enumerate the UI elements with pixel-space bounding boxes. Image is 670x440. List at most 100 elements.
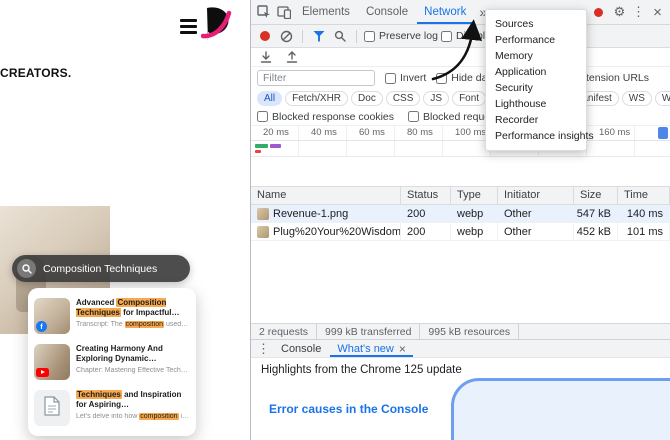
record-network-log-button[interactable]	[260, 31, 270, 41]
image-file-icon	[257, 225, 269, 238]
screenshot-root: CREATORS. Composition Techniques f Advan…	[0, 0, 670, 440]
network-filter-input[interactable]	[257, 70, 375, 86]
drawer-kebab-menu-icon[interactable]: ⋮	[255, 341, 272, 357]
column-header-initiator[interactable]: Initiator	[498, 187, 574, 204]
preserve-log-checkbox-input[interactable]	[364, 30, 375, 42]
preserve-log-checkbox[interactable]: Preserve log	[364, 30, 438, 42]
network-filter-row: Invert Hide data URLs Hide extension URL…	[251, 67, 670, 89]
menu-item-sources[interactable]: Sources	[486, 16, 586, 32]
filter-funnel-icon[interactable]	[310, 28, 328, 44]
transferred-size: 999 kB transferred	[317, 324, 421, 339]
column-header-time[interactable]: Time	[618, 187, 670, 204]
timeline-ruler[interactable]: 20 ms 40 ms 60 ms 80 ms 100 ms 120 ms 14…	[251, 126, 670, 141]
whats-new-panel: Highlights from the Chrome 125 update Er…	[251, 358, 670, 440]
column-header-status[interactable]: Status	[401, 187, 451, 204]
requests-count: 2 requests	[251, 324, 318, 339]
timeline-tick: 160 ms	[599, 127, 631, 138]
timeline-overview[interactable]	[251, 141, 670, 157]
chip-ws[interactable]: WS	[621, 91, 652, 106]
menu-item-performance-insights[interactable]: Performance insights	[486, 128, 594, 144]
disable-cache-checkbox-input[interactable]	[440, 30, 452, 42]
invert-checkbox-input[interactable]	[385, 72, 396, 84]
network-search-icon[interactable]	[331, 28, 349, 44]
drawer-tab-console[interactable]: Console	[274, 340, 328, 357]
whats-new-illustration	[451, 378, 670, 440]
close-whats-new-icon[interactable]: ×	[399, 342, 406, 356]
highlight-match: composition	[124, 320, 164, 328]
clear-network-log-icon[interactable]	[277, 28, 295, 44]
error-indicator[interactable]	[594, 7, 603, 17]
table-row[interactable]: Revenue-1.png 200 webp Other 547 kB 140 …	[251, 205, 670, 223]
blocked-response-cookies-checkbox[interactable]: Blocked response cookies	[257, 111, 394, 123]
subtitle-text: used in our example...	[165, 320, 190, 328]
result-thumbnail	[34, 390, 70, 426]
timeline-zoom-handle[interactable]	[658, 127, 668, 139]
chip-fetch-xhr[interactable]: Fetch/XHR	[285, 91, 349, 106]
import-har-icon[interactable]	[257, 49, 275, 65]
request-type-chips: All Fetch/XHR Doc CSS JS Font Img Media …	[251, 89, 670, 108]
youtube-icon	[36, 367, 49, 377]
column-header-type[interactable]: Type	[451, 187, 498, 204]
request-initiator: Other	[498, 223, 574, 241]
hide-data-urls-checkbox-input[interactable]	[436, 72, 448, 84]
devtools-kebab-menu-icon[interactable]: ⋮	[630, 4, 647, 20]
menu-item-lighthouse[interactable]: Lighthouse	[486, 96, 586, 112]
chip-wasm[interactable]: Wasm	[654, 91, 670, 106]
network-summary-bar: 2 requests 999 kB transferred 995 kB res…	[251, 323, 670, 339]
requests-table-header: Name Status Type Initiator Size Time	[251, 186, 670, 205]
chip-js[interactable]: JS	[423, 91, 450, 106]
request-name-cell: Plug%20Your%20Wisdom-2...	[251, 223, 401, 241]
request-size: 452 kB	[574, 223, 618, 241]
drawer-tab-whats-new[interactable]: What's new ×	[330, 340, 413, 357]
result-subtitle: Transcript: The composition used in our …	[76, 320, 190, 328]
search-query: Composition Techniques	[43, 262, 158, 275]
title-text: Creating Harmony And Exploring Dynamic	[76, 344, 163, 364]
request-time: 140 ms	[618, 205, 670, 223]
overview-bar-purple	[270, 144, 281, 148]
search-result-item[interactable]: Techniques and Inspiration for Aspiring …	[28, 385, 196, 431]
menu-item-performance[interactable]: Performance	[486, 32, 586, 48]
menu-item-memory[interactable]: Memory	[486, 48, 586, 64]
table-empty-area	[251, 241, 670, 323]
menu-item-security[interactable]: Security	[486, 80, 586, 96]
resources-size: 995 kB resources	[420, 324, 520, 339]
column-header-name[interactable]: Name	[251, 187, 401, 204]
table-row[interactable]: Plug%20Your%20Wisdom-2... 200 webp Other…	[251, 223, 670, 241]
settings-gear-icon[interactable]: ⚙	[611, 4, 628, 20]
blocked-requests-input[interactable]	[408, 111, 419, 122]
image-file-icon	[257, 207, 269, 220]
request-type: webp	[451, 223, 498, 241]
preserve-log-label: Preserve log	[379, 30, 438, 42]
menu-item-application[interactable]: Application	[486, 64, 586, 80]
export-har-icon[interactable]	[283, 49, 301, 65]
browser-page: CREATORS. Composition Techniques f Advan…	[0, 0, 250, 440]
column-header-size[interactable]: Size	[574, 187, 618, 204]
hamburger-menu-icon[interactable]	[180, 19, 197, 34]
blocked-response-cookies-input[interactable]	[257, 111, 268, 122]
chip-css[interactable]: CSS	[385, 91, 421, 106]
search-result-item[interactable]: Creating Harmony And Exploring Dynamic C…	[28, 339, 196, 385]
tab-console[interactable]: Console	[359, 0, 415, 24]
result-thumbnail: f	[34, 298, 70, 334]
device-toolbar-icon[interactable]	[275, 4, 293, 20]
chip-font[interactable]: Font	[452, 91, 487, 106]
inspect-element-icon[interactable]	[255, 4, 273, 20]
search-result-item[interactable]: f Advanced Composition Techniques for Im…	[28, 293, 196, 339]
whats-new-label: What's new	[337, 342, 394, 355]
error-causes-link[interactable]: Error causes in the Console	[269, 402, 428, 416]
chip-doc[interactable]: Doc	[351, 91, 383, 106]
chip-all[interactable]: All	[257, 91, 283, 106]
tab-network[interactable]: Network	[417, 0, 473, 24]
menu-item-recorder[interactable]: Recorder	[486, 112, 586, 128]
tab-elements[interactable]: Elements	[295, 0, 357, 24]
request-name: Plug%20Your%20Wisdom-2...	[273, 225, 401, 238]
subtitle-text: is crucial to c...	[180, 412, 190, 420]
invert-checkbox[interactable]: Invert	[385, 72, 426, 84]
overview-bar-green	[255, 144, 268, 148]
search-overlay[interactable]: Composition Techniques	[12, 255, 190, 282]
network-toolbar: Preserve log Disable cache	[251, 25, 670, 48]
search-icon	[17, 259, 36, 278]
devtools-close-icon[interactable]: ×	[649, 4, 666, 21]
devtools-tabbar: Elements Console Network » ⚙ ⋮ ×	[251, 0, 670, 25]
site-logo[interactable]	[200, 7, 233, 48]
